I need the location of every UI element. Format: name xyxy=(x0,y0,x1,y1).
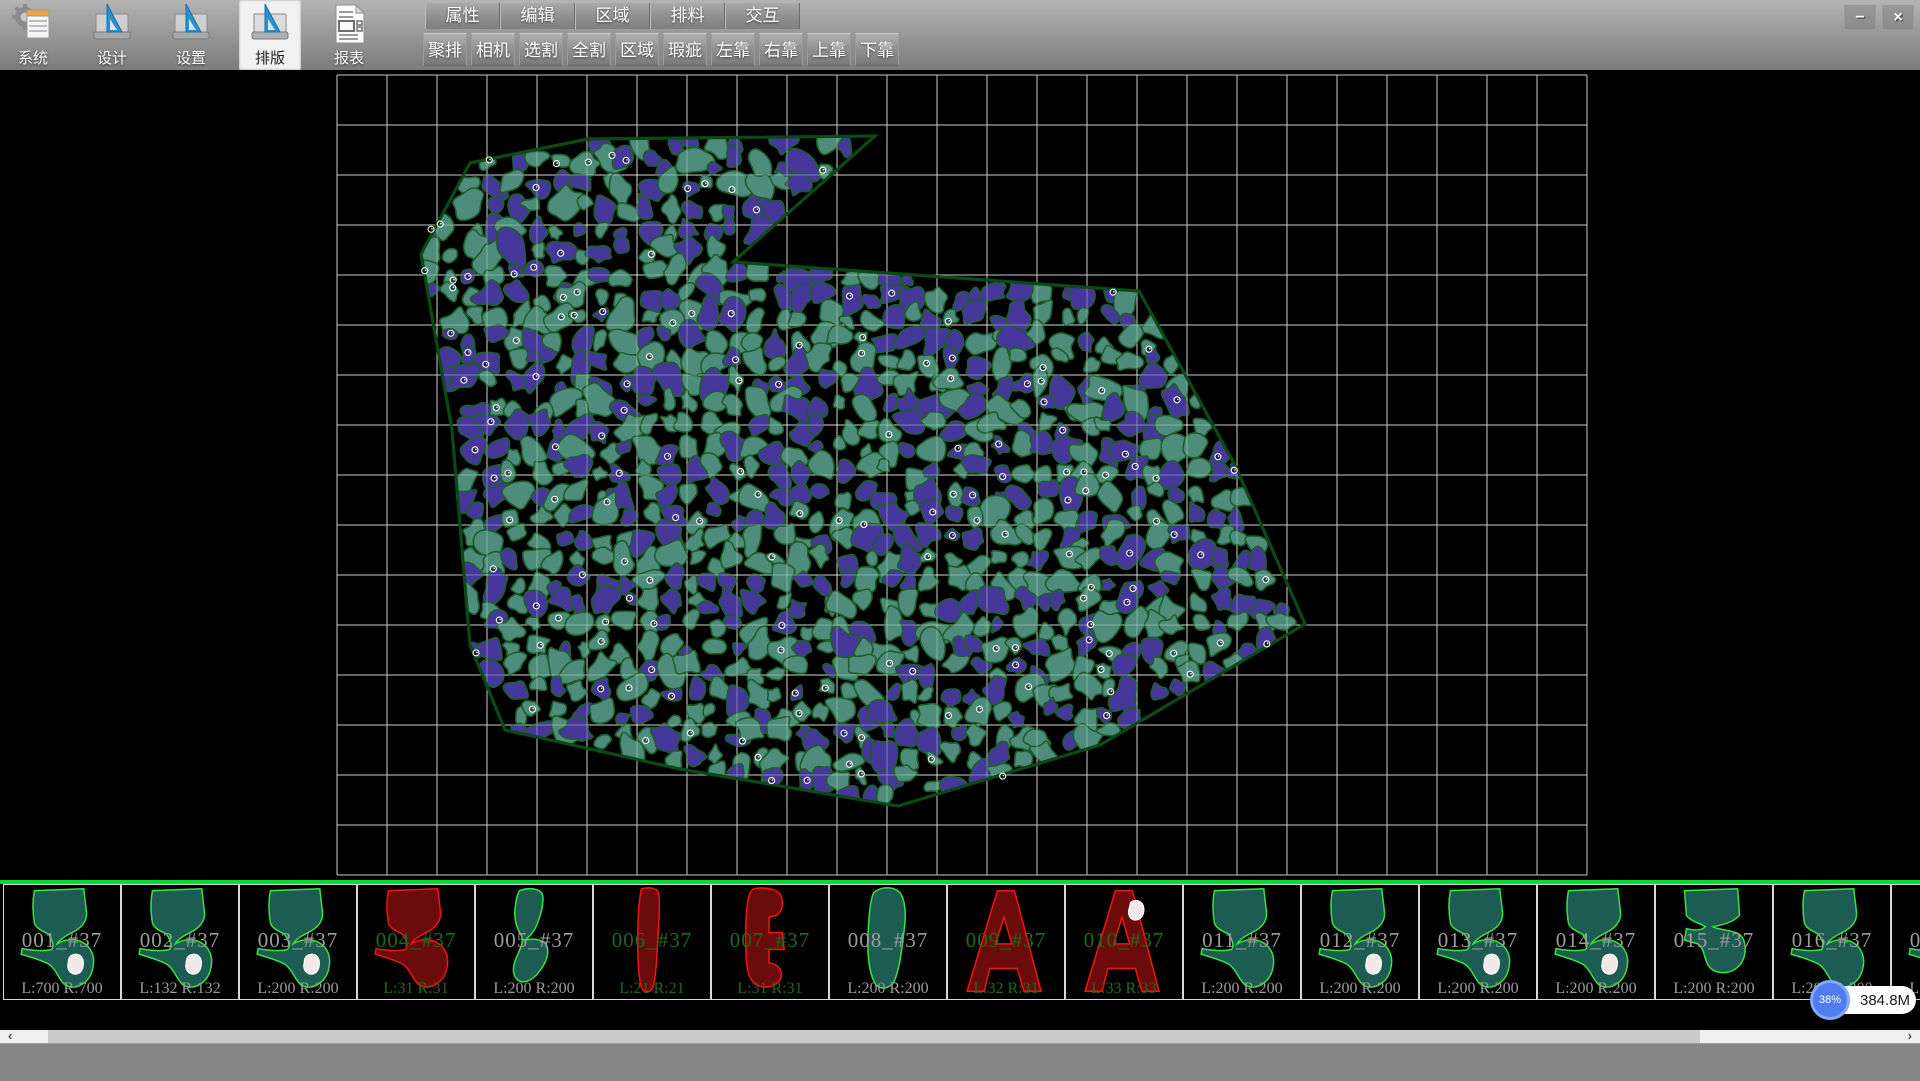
memory-label: 384.8M xyxy=(1860,992,1910,1009)
progress-pill: 38% 384.8M xyxy=(1824,986,1916,1014)
nesting-canvas[interactable] xyxy=(0,70,1920,884)
part-lr-label: L:200 R:200 xyxy=(1420,980,1536,998)
scroll-right-icon[interactable]: › xyxy=(1908,1029,1912,1043)
minimize-button[interactable]: − xyxy=(1844,5,1876,30)
main-button-label: 系统 xyxy=(18,47,48,68)
main-button-layout[interactable]: 排版 xyxy=(239,0,301,70)
part-id-label: 007_#37 xyxy=(712,928,828,953)
scrollbar-thumb[interactable] xyxy=(48,1030,1700,1043)
main-button-report[interactable]: 报表 xyxy=(318,0,380,70)
tool-button[interactable]: 左靠 xyxy=(711,33,755,66)
main-button-design[interactable]: 设计 xyxy=(81,0,143,70)
tool-button[interactable]: 下靠 xyxy=(855,33,899,66)
part-thumbnail[interactable]: 013_#37 L:200 R:200 xyxy=(1419,884,1537,1000)
part-thumbnail[interactable]: 003_#37 L:200 R:200 xyxy=(239,884,357,1000)
progress-percent-badge: 38% xyxy=(1810,980,1850,1020)
toolbar: 系统 设计 设置 xyxy=(0,0,1920,71)
part-thumbnail[interactable]: 015_#37 L:200 R:200 xyxy=(1655,884,1773,1000)
part-thumbnail[interactable]: 011_#37 L:200 R:200 xyxy=(1183,884,1301,1000)
part-lr-label: L:200 R:200 xyxy=(1302,980,1418,998)
ruler-icon xyxy=(170,2,212,46)
part-thumbnail[interactable]: 009_#37 L:32 R:31 xyxy=(947,884,1065,1000)
menu-tab[interactable]: 交互 xyxy=(725,3,800,29)
part-id-label: 004_#37 xyxy=(358,928,474,953)
tool-button[interactable]: 区域 xyxy=(615,33,659,66)
nest-canvas-svg xyxy=(0,70,1920,884)
window-controls: − × xyxy=(1844,5,1914,30)
status-bar xyxy=(0,1043,1920,1081)
part-id-label: 005_#37 xyxy=(476,928,592,953)
part-thumbnail[interactable]: 012_#37 L:200 R:200 xyxy=(1301,884,1419,1000)
tool-button-row: 聚排相机选割全割区域瑕疵左靠右靠上靠下靠 xyxy=(423,33,899,66)
part-lr-label: L:200 R:200 xyxy=(240,980,356,998)
tool-button[interactable]: 瑕疵 xyxy=(663,33,707,66)
part-lr-label: L:200 R:200 xyxy=(1656,980,1772,998)
part-id-label: 013_#37 xyxy=(1420,928,1536,953)
menu-tab[interactable]: 编辑 xyxy=(500,3,575,29)
menu-tab-row: 属性编辑区域排料交互 xyxy=(425,3,800,29)
ruler-icon xyxy=(91,2,133,46)
close-button[interactable]: × xyxy=(1882,5,1914,30)
tool-button[interactable]: 选割 xyxy=(519,33,563,66)
main-button-group: 系统 设计 设置 xyxy=(2,0,397,70)
part-thumbnail[interactable]: 017_#37 L:200 R:200 xyxy=(1891,884,1920,1000)
part-lr-label: L:200 R:200 xyxy=(1538,980,1654,998)
ruler-icon xyxy=(249,2,291,46)
part-lr-label: L:21 R:21 xyxy=(594,980,710,998)
report-icon xyxy=(328,2,370,46)
part-thumbnail[interactable]: 005_#37 L:200 R:200 xyxy=(475,884,593,1000)
part-id-label: 008_#37 xyxy=(830,928,946,953)
tool-button[interactable]: 相机 xyxy=(471,33,515,66)
tool-button[interactable]: 全割 xyxy=(567,33,611,66)
main-button-settings[interactable]: 设置 xyxy=(160,0,222,70)
main-button-system[interactable]: 系统 xyxy=(2,0,64,70)
tool-button[interactable]: 右靠 xyxy=(759,33,803,66)
part-id-label: 001_#37 xyxy=(4,928,120,953)
part-id-label: 010_#37 xyxy=(1066,928,1182,953)
main-button-label: 报表 xyxy=(334,47,364,68)
part-lr-label: L:200 R:200 xyxy=(830,980,946,998)
part-thumbnail[interactable]: 004_#37 L:31 R:31 xyxy=(357,884,475,1000)
part-lr-label: L:33 R:33 xyxy=(1066,980,1182,998)
part-id-label: 014_#37 xyxy=(1538,928,1654,953)
part-id-label: 017_#37 xyxy=(1892,928,1920,953)
part-lr-label: L:700 R:700 xyxy=(4,980,120,998)
gear-document-icon xyxy=(12,2,54,46)
main-button-label: 排版 xyxy=(255,47,285,68)
parts-strip: 001_#37 L:700 R:700 002_#37 L:132 R:132 … xyxy=(0,884,1920,1002)
part-lr-label: L:200 R:200 xyxy=(476,980,592,998)
part-lr-label: L:200 R:200 xyxy=(1184,980,1300,998)
menu-tab[interactable]: 排料 xyxy=(650,3,725,29)
menu-tab[interactable]: 属性 xyxy=(425,3,500,29)
part-id-label: 016_#37 xyxy=(1774,928,1890,953)
main-button-label: 设计 xyxy=(97,47,127,68)
part-lr-label: L:31 R:31 xyxy=(358,980,474,998)
main-button-label: 设置 xyxy=(176,47,206,68)
part-id-label: 012_#37 xyxy=(1302,928,1418,953)
part-thumbnail[interactable]: 010_#37 L:33 R:33 xyxy=(1065,884,1183,1000)
part-id-label: 015_#37 xyxy=(1656,928,1772,953)
part-lr-label: L:132 R:132 xyxy=(122,980,238,998)
part-lr-label: L:32 R:31 xyxy=(948,980,1064,998)
part-thumbnail[interactable]: 014_#37 L:200 R:200 xyxy=(1537,884,1655,1000)
scroll-left-icon[interactable]: ‹ xyxy=(8,1029,12,1043)
part-thumbnail[interactable]: 002_#37 L:132 R:132 xyxy=(121,884,239,1000)
tool-button[interactable]: 聚排 xyxy=(423,33,467,66)
tool-button[interactable]: 上靠 xyxy=(807,33,851,66)
horizontal-scrollbar[interactable]: ‹ › xyxy=(0,1030,1920,1043)
part-lr-label: L:31 R:31 xyxy=(712,980,828,998)
part-thumbnail[interactable]: 007_#37 L:31 R:31 xyxy=(711,884,829,1000)
part-id-label: 003_#37 xyxy=(240,928,356,953)
part-thumbnail[interactable]: 001_#37 L:700 R:700 xyxy=(3,884,121,1000)
part-id-label: 002_#37 xyxy=(122,928,238,953)
part-thumbnail[interactable]: 006_#37 L:21 R:21 xyxy=(593,884,711,1000)
part-id-label: 006_#37 xyxy=(594,928,710,953)
part-thumbnail[interactable]: 008_#37 L:200 R:200 xyxy=(829,884,947,1000)
part-id-label: 009_#37 xyxy=(948,928,1064,953)
part-id-label: 011_#37 xyxy=(1184,928,1300,953)
menu-tab[interactable]: 区域 xyxy=(575,3,650,29)
